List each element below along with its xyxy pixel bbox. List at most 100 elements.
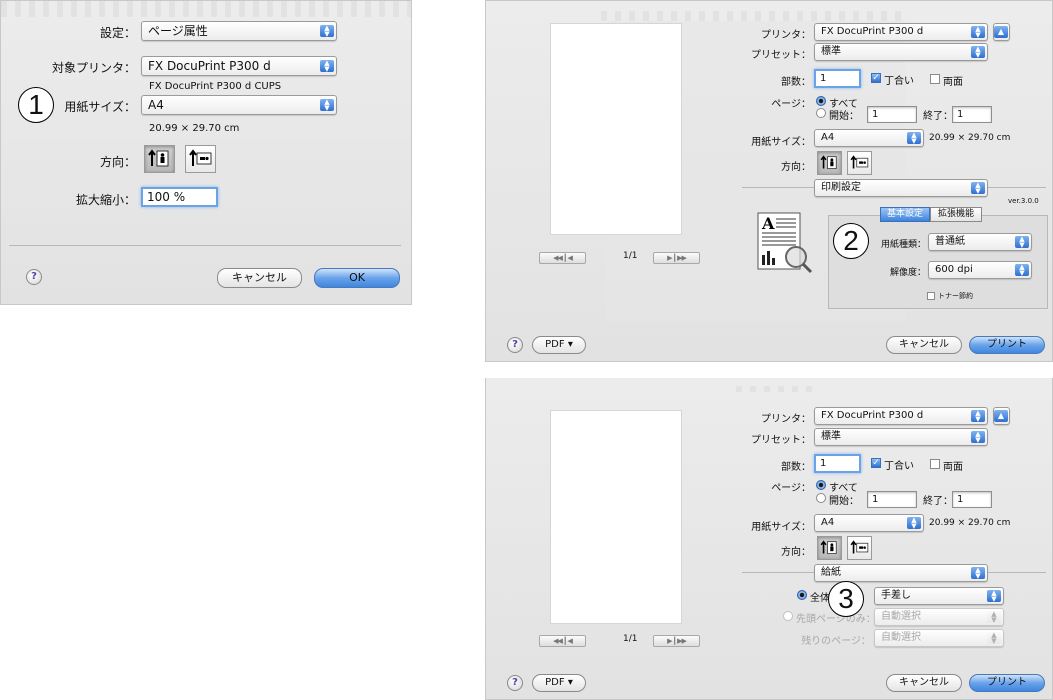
help-button[interactable]: ? [26, 269, 42, 285]
popup-arrows-icon: ▲ ▼ [971, 410, 985, 423]
pages-from-radio[interactable] [816, 108, 826, 118]
format-for-popup[interactable]: FX DocuPrint P300 d ▲ ▼ [141, 56, 337, 76]
copies-field[interactable]: 1 [814, 69, 861, 88]
pages-from-label: 開始： [829, 496, 859, 507]
disclosure-button[interactable]: ▲ [993, 407, 1010, 425]
all-pages-from-popup[interactable]: 手差し ▲ ▼ [874, 587, 1004, 605]
resolution-label: 解像度： [889, 268, 926, 278]
tab-basic[interactable]: 基本設定 [880, 207, 930, 222]
paper-size-popup-value: A4 [148, 98, 164, 112]
preset-popup[interactable]: 標準 ▲ ▼ [814, 43, 988, 61]
first-prev-page-buttons[interactable]: ◀◀ ┃ ◀ [539, 635, 586, 647]
printer-popup[interactable]: FX DocuPrint P300 d ▲ ▼ [814, 407, 988, 425]
landscape-button[interactable] [185, 145, 216, 173]
paper-size-popup-value: A4 [821, 517, 835, 528]
help-button[interactable]: ? [507, 337, 523, 353]
first-page-radio[interactable] [783, 611, 793, 621]
cancel-button[interactable]: キャンセル [217, 268, 302, 288]
paper-size-popup[interactable]: A4 ▲ ▼ [814, 129, 924, 147]
pages-from-field[interactable]: 1 [867, 106, 917, 123]
media-type-popup-value: 普通紙 [935, 236, 965, 247]
cancel-button[interactable]: キャンセル [886, 336, 962, 354]
landscape-icon [850, 540, 869, 554]
popup-arrows-icon: ▲ ▼ [971, 567, 985, 580]
collated-label: 丁合い [884, 76, 914, 87]
driver-version: ver.3.0.0 [1008, 197, 1039, 205]
remaining-pages-popup[interactable]: 自動選択 ▲ ▼ [874, 629, 1004, 647]
orientation-label: 方向： [99, 155, 136, 169]
print-button[interactable]: プリント [969, 336, 1045, 354]
pages-all-radio[interactable] [816, 96, 826, 106]
disclosure-button[interactable]: ▲ [993, 23, 1010, 41]
two-sided-checkbox[interactable] [930, 459, 940, 469]
section-popup[interactable]: 印刷設定 ▲ ▼ [814, 179, 988, 197]
copies-label: 部数： [781, 462, 811, 473]
separator [9, 245, 401, 246]
marker-3: 3 [828, 581, 864, 617]
portrait-button[interactable] [817, 151, 842, 175]
next-last-page-buttons[interactable]: ▶ ┃ ▶▶ [653, 635, 700, 647]
pages-from-radio[interactable] [816, 493, 826, 503]
pdf-menu-button[interactable]: PDF ▾ [532, 674, 586, 692]
landscape-button[interactable] [847, 151, 872, 175]
ok-button[interactable]: OK [314, 268, 400, 288]
format-for-subtext: FX DocuPrint P300 d CUPS [149, 81, 282, 92]
first-prev-page-buttons[interactable]: ◀◀ ┃ ◀ [539, 252, 586, 264]
copies-label: 部数： [781, 77, 811, 88]
toner-save-checkbox[interactable] [927, 292, 935, 300]
pdf-menu-button[interactable]: PDF ▾ [532, 336, 586, 354]
pages-all-radio[interactable] [816, 480, 826, 490]
portrait-icon [148, 149, 169, 167]
collated-checkbox[interactable]: ✓ [871, 73, 881, 83]
first-page-popup[interactable]: 自動選択 ▲ ▼ [874, 608, 1004, 626]
settings-popup-value: ページ属性 [148, 24, 208, 38]
landscape-button[interactable] [847, 536, 872, 560]
cancel-button[interactable]: キャンセル [886, 674, 962, 692]
paper-size-popup-value: A4 [821, 132, 835, 143]
popup-arrows-icon: ▲ ▼ [320, 99, 334, 112]
all-pages-from-radio[interactable] [797, 590, 807, 600]
paper-size-label: 用紙サイズ： [751, 137, 811, 148]
page-preview [550, 410, 682, 624]
popup-arrows-icon: ▲ ▼ [907, 517, 921, 530]
media-type-popup[interactable]: 普通紙 ▲ ▼ [928, 233, 1032, 251]
two-sided-checkbox[interactable] [930, 74, 940, 84]
page-counter: 1/1 [623, 251, 638, 261]
collated-label: 丁合い [884, 461, 914, 472]
format-for-popup-value: FX DocuPrint P300 d [148, 59, 271, 73]
next-last-page-buttons[interactable]: ▶ ┃ ▶▶ [653, 252, 700, 264]
pages-to-label: 終了： [923, 111, 953, 122]
title-bar-blur [1, 1, 411, 17]
copies-field[interactable]: 1 [814, 454, 861, 473]
tab-advanced[interactable]: 拡張機能 [930, 207, 982, 222]
paper-size-popup[interactable]: A4 ▲ ▼ [141, 95, 337, 115]
printer-label: プリンタ： [761, 414, 811, 425]
portrait-button[interactable] [817, 536, 842, 560]
resolution-popup[interactable]: 600 dpi ▲ ▼ [928, 261, 1032, 279]
paper-size-label: 用紙サイズ： [64, 100, 136, 114]
help-button[interactable]: ? [507, 675, 523, 691]
printer-popup-value: FX DocuPrint P300 d [821, 410, 924, 421]
pages-from-field[interactable]: 1 [867, 491, 917, 508]
portrait-button[interactable] [144, 145, 175, 173]
remaining-pages-popup-value: 自動選択 [881, 632, 921, 643]
section-popup-value: 給紙 [821, 567, 841, 578]
collated-checkbox[interactable]: ✓ [871, 458, 881, 468]
popup-arrows-icon: ▲ ▼ [907, 132, 921, 145]
popup-arrows-icon: ▲ ▼ [987, 632, 1001, 645]
pages-to-field[interactable]: 1 [952, 491, 992, 508]
popup-arrows-icon: ▲ ▼ [320, 25, 334, 38]
section-popup[interactable]: 給紙 ▲ ▼ [814, 564, 988, 582]
settings-popup[interactable]: ページ属性 ▲ ▼ [141, 21, 337, 41]
paper-dimensions: 20.99 × 29.70 cm [929, 133, 1011, 143]
paper-size-popup[interactable]: A4 ▲ ▼ [814, 514, 924, 532]
printer-popup[interactable]: FX DocuPrint P300 d ▲ ▼ [814, 23, 988, 41]
popup-arrows-icon: ▲ ▼ [1015, 264, 1029, 277]
marker-2: 2 [833, 223, 869, 259]
scale-field[interactable]: 100 % [141, 187, 218, 207]
preset-popup[interactable]: 標準 ▲ ▼ [814, 428, 988, 446]
print-button[interactable]: プリント [969, 674, 1045, 692]
preset-popup-value: 標準 [821, 431, 841, 442]
pages-to-field[interactable]: 1 [952, 106, 992, 123]
all-pages-from-popup-value: 手差し [881, 590, 911, 601]
